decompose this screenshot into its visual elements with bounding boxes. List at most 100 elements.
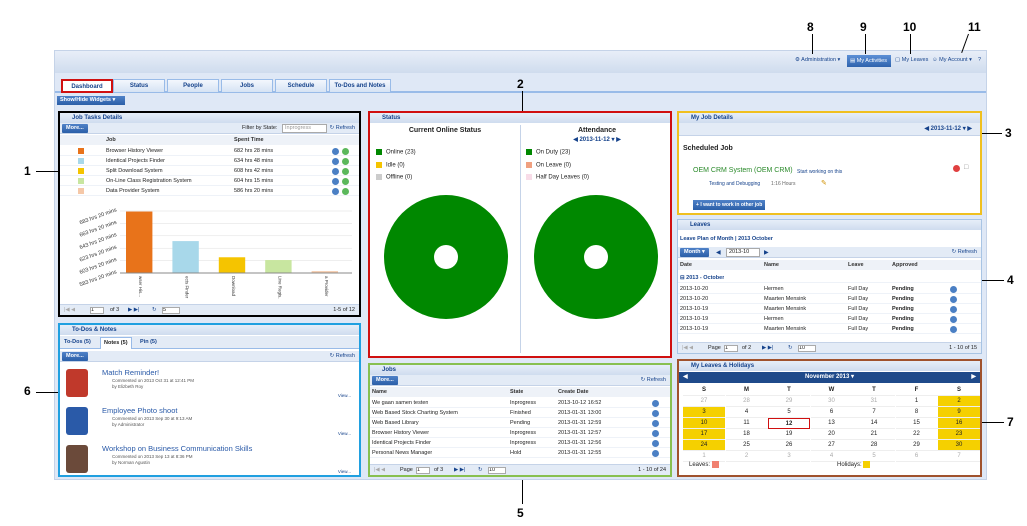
info-icon[interactable] bbox=[950, 286, 957, 293]
calendar-day[interactable]: 2 bbox=[725, 451, 768, 462]
calendar-day[interactable]: 20 bbox=[810, 429, 853, 440]
table-row[interactable]: 2013-10-20 Maarten Mensink Full Day Pending bbox=[678, 294, 981, 304]
work-other-job-button[interactable]: + I want to work in other job bbox=[693, 200, 766, 210]
info-icon[interactable] bbox=[652, 440, 659, 447]
start-working-link[interactable]: Start working on this bbox=[797, 169, 842, 175]
info-icon[interactable] bbox=[652, 420, 659, 427]
note-view-link[interactable]: View... bbox=[338, 431, 351, 436]
calendar-day[interactable]: 13 bbox=[810, 418, 853, 429]
calendar-day[interactable]: 6 bbox=[895, 451, 938, 462]
bar[interactable] bbox=[218, 257, 246, 273]
scheduled-job-name[interactable]: OEM CRM System (OEM CRM) bbox=[693, 167, 793, 174]
note-item[interactable]: Match Reminder! Commented on 2013 Oct 31 … bbox=[60, 365, 359, 403]
tab-pin[interactable]: Pin (5) bbox=[140, 339, 157, 345]
tab-status[interactable]: Status bbox=[113, 79, 165, 93]
prev-month-arrow[interactable]: ◀ bbox=[683, 372, 688, 383]
info-icon[interactable] bbox=[332, 148, 339, 155]
jobs-first-page-icon[interactable]: |◀ ◀ bbox=[374, 465, 385, 476]
my-account-menu[interactable]: ☺ My Account ▾ bbox=[932, 57, 972, 63]
calendar-day[interactable]: 4 bbox=[725, 407, 768, 418]
pager-refresh-icon[interactable]: ↻ bbox=[152, 305, 157, 316]
table-row[interactable]: Browser History Viewer Inprogress 2013-01-… bbox=[370, 428, 670, 438]
info-icon[interactable] bbox=[332, 178, 339, 185]
info-icon[interactable] bbox=[950, 306, 957, 313]
leaves-group-row[interactable]: ⊟ 2013 - October bbox=[678, 273, 981, 283]
tab-people[interactable]: People bbox=[167, 79, 219, 93]
chart-icon[interactable] bbox=[342, 148, 349, 155]
note-item[interactable]: Employee Photo shoot Commented on 2013 Se… bbox=[60, 403, 359, 441]
tab-todos[interactable]: To-Dos (5) bbox=[64, 339, 91, 345]
note-title[interactable]: Employee Photo shoot bbox=[102, 406, 177, 415]
info-icon[interactable] bbox=[332, 168, 339, 175]
table-row[interactable]: Split Download System 608 hrs 42 mins bbox=[60, 166, 359, 176]
calendar-day[interactable]: 7 bbox=[853, 407, 895, 418]
first-page-icon[interactable]: |◀ ◀ bbox=[64, 305, 75, 316]
calendar-day[interactable]: 6 bbox=[810, 407, 853, 418]
calendar-day[interactable]: 26 bbox=[768, 440, 810, 451]
calendar-day[interactable]: 30 bbox=[810, 396, 853, 407]
job-tasks-refresh[interactable]: ↻ Refresh bbox=[330, 125, 355, 131]
calendar-day[interactable]: 29 bbox=[768, 396, 810, 407]
info-icon[interactable] bbox=[652, 410, 659, 417]
calendar-day[interactable]: 1 bbox=[895, 396, 938, 407]
note-title[interactable]: Workshop on Business Communication Skill… bbox=[102, 444, 252, 453]
attendance-date-picker[interactable]: ◀ 2013-11-12 ▾ ▶ bbox=[522, 136, 672, 143]
help-button[interactable]: ? bbox=[978, 57, 981, 63]
col-state[interactable]: State bbox=[510, 387, 523, 397]
calendar-day[interactable]: 28 bbox=[725, 396, 768, 407]
prev-month-icon[interactable]: ◀ bbox=[716, 249, 721, 256]
todos-refresh[interactable]: ↻ Refresh bbox=[330, 353, 355, 359]
col-spent-time[interactable]: Spent Time bbox=[234, 135, 264, 145]
my-job-date-picker[interactable]: ◀ 2013-11-12 ▾ ▶ bbox=[924, 125, 972, 132]
calendar-day[interactable]: 27 bbox=[810, 440, 853, 451]
edit-icon[interactable]: ✎ bbox=[821, 179, 827, 187]
note-item[interactable]: Workshop on Business Communication Skill… bbox=[60, 441, 359, 479]
tab-schedule[interactable]: Schedule bbox=[275, 79, 327, 93]
todos-more-button[interactable]: More... bbox=[62, 352, 88, 361]
jobs-page-input[interactable]: 1 bbox=[416, 467, 430, 474]
page-size-select[interactable]: 5 bbox=[162, 307, 180, 314]
calendar-day[interactable]: 12 bbox=[768, 418, 810, 429]
leaves-pager-refresh-icon[interactable]: ↻ bbox=[788, 343, 793, 354]
calendar-day[interactable]: 8 bbox=[895, 407, 938, 418]
stop-icon[interactable] bbox=[953, 165, 960, 172]
info-icon[interactable] bbox=[652, 450, 659, 457]
calendar-day[interactable]: 17 bbox=[683, 429, 725, 440]
calendar-day[interactable]: 21 bbox=[853, 429, 895, 440]
info-icon[interactable] bbox=[332, 188, 339, 195]
chart-icon[interactable] bbox=[342, 178, 349, 185]
info-icon[interactable] bbox=[652, 430, 659, 437]
col-create-date[interactable]: Create Date bbox=[558, 387, 589, 397]
tab-todos-notes[interactable]: To-Dos and Notes bbox=[329, 79, 391, 93]
calendar-day[interactable]: 31 bbox=[853, 396, 895, 407]
table-row[interactable]: We gaan samen testen Inprogress 2013-10-12… bbox=[370, 398, 670, 408]
jobs-pager-refresh-icon[interactable]: ↻ bbox=[478, 465, 483, 476]
table-row[interactable]: 2013-10-19 Maarten Mensink Full Day Pending bbox=[678, 304, 981, 314]
table-row[interactable]: Web Based Stock Charting System Finished 2… bbox=[370, 408, 670, 418]
calendar-day[interactable]: 3 bbox=[768, 451, 810, 462]
page-input[interactable]: 1 bbox=[90, 307, 104, 314]
chart-icon[interactable] bbox=[342, 168, 349, 175]
table-row[interactable]: 2013-10-19 Hermen Full Day Pending bbox=[678, 314, 981, 324]
leaves-next-page-icon[interactable]: ▶ ▶| bbox=[762, 343, 773, 354]
next-month-icon[interactable]: ▶ bbox=[764, 249, 769, 256]
info-icon[interactable] bbox=[950, 316, 957, 323]
calendar-day[interactable]: 2 bbox=[938, 396, 980, 407]
table-row[interactable]: 2013-10-19 Maarten Mensink Full Day Pending bbox=[678, 324, 981, 334]
col-job[interactable]: Job bbox=[106, 135, 116, 145]
leaves-page-input[interactable]: 1 bbox=[724, 345, 738, 352]
bar[interactable] bbox=[172, 241, 199, 273]
table-row[interactable]: Identical Projects Finder 634 hrs 48 mins bbox=[60, 156, 359, 166]
info-icon[interactable] bbox=[950, 296, 957, 303]
table-row[interactable]: Identical Projects Finder Inprogress 2013-… bbox=[370, 438, 670, 448]
calendar-day[interactable]: 3 bbox=[683, 407, 725, 418]
calendar-day[interactable]: 15 bbox=[895, 418, 938, 429]
info-icon[interactable] bbox=[332, 158, 339, 165]
jobs-page-size[interactable]: 10 bbox=[488, 467, 506, 474]
calendar-day[interactable]: 23 bbox=[938, 429, 980, 440]
table-row[interactable]: Data Provider System 586 hrs 20 mins bbox=[60, 186, 359, 196]
calendar-day[interactable]: 16 bbox=[938, 418, 980, 429]
col-approved[interactable]: Approved bbox=[892, 260, 918, 270]
my-activities-button[interactable]: ▤ My Activities bbox=[847, 55, 891, 67]
col-leave[interactable]: Leave bbox=[848, 260, 864, 270]
